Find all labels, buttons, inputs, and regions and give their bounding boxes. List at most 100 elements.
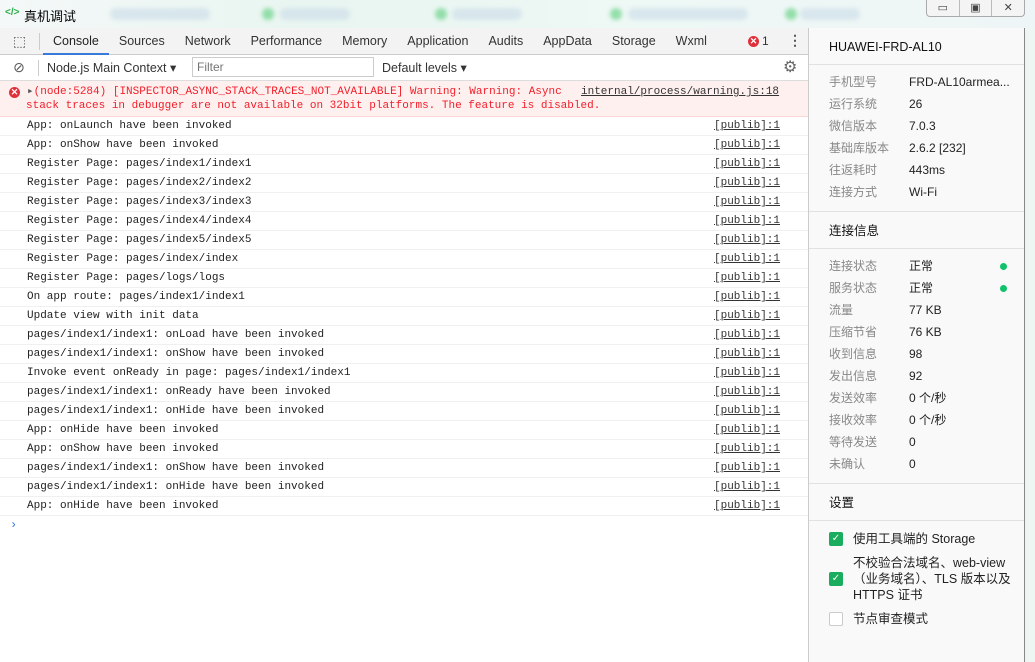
info-row: 连接状态 正常 <box>809 255 1024 277</box>
log-row: pages/index1/index1: onShow have been in… <box>0 459 808 478</box>
tab-audits[interactable]: Audits <box>478 28 533 55</box>
info-label: 服务状态 <box>829 281 878 295</box>
tab-sources[interactable]: Sources <box>109 28 175 55</box>
source-link[interactable]: [publib]:1 <box>714 136 780 154</box>
info-label: 基础库版本 <box>829 141 890 155</box>
tab-application[interactable]: Application <box>397 28 478 55</box>
source-link[interactable]: [publib]:1 <box>714 345 780 363</box>
expand-triangle-icon[interactable]: ▸ <box>27 86 34 98</box>
blurred-tab <box>110 8 210 20</box>
info-row: 微信版本 7.0.3 <box>809 115 1024 137</box>
tab-memory[interactable]: Memory <box>332 28 397 55</box>
source-link[interactable]: [publib]:1 <box>714 288 780 306</box>
setting-checkbox-row[interactable]: 节点审查模式 <box>809 611 1024 627</box>
info-label: 发送效率 <box>829 391 878 405</box>
log-row: pages/index1/index1: onLoad have been in… <box>0 326 808 345</box>
info-row: 连接方式 Wi-Fi <box>809 181 1024 203</box>
source-link[interactable]: [publib]:1 <box>714 250 780 268</box>
tab-wxml[interactable]: Wxml <box>666 28 717 55</box>
checkbox-unchecked-icon[interactable] <box>829 612 843 626</box>
blurred-tab <box>800 8 860 20</box>
source-link[interactable]: [publib]:1 <box>714 174 780 192</box>
error-icon: ✕ <box>748 35 759 47</box>
log-row: pages/index1/index1: onShow have been in… <box>0 345 808 364</box>
gear-icon[interactable]: ⚙ <box>783 57 797 77</box>
log-message: Register Page: pages/index3/index3 <box>27 196 252 208</box>
info-value: 7.0.3 <box>909 119 936 133</box>
source-link[interactable]: [publib]:1 <box>714 478 780 496</box>
clear-console-icon[interactable]: ⊘ <box>0 59 38 76</box>
source-link[interactable]: [publib]:1 <box>714 155 780 173</box>
inspect-element-icon[interactable]: ⬚ <box>0 32 40 50</box>
log-row: pages/index1/index1: onReady have been i… <box>0 383 808 402</box>
source-link[interactable]: [publib]:1 <box>714 307 780 325</box>
close-button[interactable]: ✕ <box>991 0 1024 16</box>
blurred-tab-icon <box>435 8 447 20</box>
tab-network[interactable]: Network <box>175 28 241 55</box>
checkbox-checked-icon[interactable]: ✓ <box>829 572 843 586</box>
log-message: App: onHide have been invoked <box>27 500 219 512</box>
title-bar: </> 真机调试 ▭ ▣ ✕ <box>0 0 1035 28</box>
setting-label: 不校验合法域名、web-view（业务域名）、TLS 版本以及 HTTPS 证书 <box>853 556 1011 602</box>
source-link[interactable]: [publib]:1 <box>714 440 780 458</box>
source-link[interactable]: [publib]:1 <box>714 193 780 211</box>
log-message: pages/index1/index1: onLoad have been in… <box>27 329 325 341</box>
setting-label: 节点审查模式 <box>853 612 929 626</box>
error-icon: ✕ <box>9 87 20 98</box>
log-message: Invoke event onReady in page: pages/inde… <box>27 367 351 379</box>
source-link[interactable]: [publib]:1 <box>714 402 780 420</box>
tab-appdata[interactable]: AppData <box>533 28 602 55</box>
source-link[interactable]: [publib]:1 <box>714 383 780 401</box>
minimize-button[interactable]: ▭ <box>927 0 959 16</box>
error-message: ✕ ▸(node:5284) [INSPECTOR_ASYNC_STACK_TR… <box>0 81 808 117</box>
connection-section-title: 连接信息 <box>809 211 1024 249</box>
log-row: Register Page: pages/index3/index3 [publi… <box>0 193 808 212</box>
source-link[interactable]: [publib]:1 <box>714 212 780 230</box>
source-link[interactable]: [publib]:1 <box>714 421 780 439</box>
tab-performance[interactable]: Performance <box>241 28 333 55</box>
source-link[interactable]: [publib]:1 <box>714 117 780 135</box>
source-link[interactable]: [publib]:1 <box>714 459 780 477</box>
source-link[interactable]: [publib]:1 <box>714 497 780 515</box>
console-prompt[interactable]: › <box>0 516 808 535</box>
info-label: 发出信息 <box>829 369 878 383</box>
blurred-tab-icon <box>610 8 622 20</box>
window-title: 真机调试 <box>24 9 77 24</box>
source-link[interactable]: [publib]:1 <box>714 231 780 249</box>
source-link[interactable]: [publib]:1 <box>714 269 780 287</box>
info-row: 运行系统 26 <box>809 93 1024 115</box>
context-select[interactable]: Node.js Main Context ▾ <box>38 59 186 76</box>
filter-input[interactable] <box>192 57 374 77</box>
info-row: 基础库版本 2.6.2 [232] <box>809 137 1024 159</box>
code-icon: </> <box>5 7 20 18</box>
setting-checkbox-row[interactable]: ✓ 不校验合法域名、web-view（业务域名）、TLS 版本以及 HTTPS 证… <box>809 555 1024 603</box>
source-link[interactable]: internal/process/warning.js:18 <box>581 85 779 99</box>
log-row: On app route: pages/index1/index1 [publib… <box>0 288 808 307</box>
console-log: ✕ ▸(node:5284) [INSPECTOR_ASYNC_STACK_TR… <box>0 81 808 535</box>
error-counter[interactable]: ✕ 1 <box>748 34 769 48</box>
blurred-tab-icon <box>262 8 274 20</box>
info-value: 0 <box>909 435 916 449</box>
settings-section-title: 设置 <box>809 483 1024 521</box>
tab-storage[interactable]: Storage <box>602 28 666 55</box>
info-value: 正常 <box>909 259 934 273</box>
info-label: 流量 <box>829 303 854 317</box>
log-message: On app route: pages/index1/index1 <box>27 291 245 303</box>
setting-label: 使用工具端的 Storage <box>853 532 976 546</box>
checkbox-checked-icon[interactable]: ✓ <box>829 532 843 546</box>
tab-console[interactable]: Console <box>43 28 109 55</box>
info-value: 0 <box>909 457 916 471</box>
status-dot-icon <box>1000 263 1007 270</box>
setting-checkbox-row[interactable]: ✓ 使用工具端的 Storage <box>809 531 1024 547</box>
info-label: 等待发送 <box>829 435 878 449</box>
source-link[interactable]: [publib]:1 <box>714 364 780 382</box>
source-link[interactable]: [publib]:1 <box>714 326 780 344</box>
info-value: 92 <box>909 369 923 383</box>
info-row: 手机型号 FRD-AL10armea... <box>809 71 1024 93</box>
levels-select[interactable]: Default levels ▾ <box>382 60 467 75</box>
maximize-button[interactable]: ▣ <box>958 0 992 16</box>
more-vertical-icon[interactable]: ⋮ <box>788 32 802 49</box>
info-row: 发出信息 92 <box>809 365 1024 387</box>
log-message: Update view with init data <box>27 310 199 322</box>
info-row: 接收效率 0 个/秒 <box>809 409 1024 431</box>
